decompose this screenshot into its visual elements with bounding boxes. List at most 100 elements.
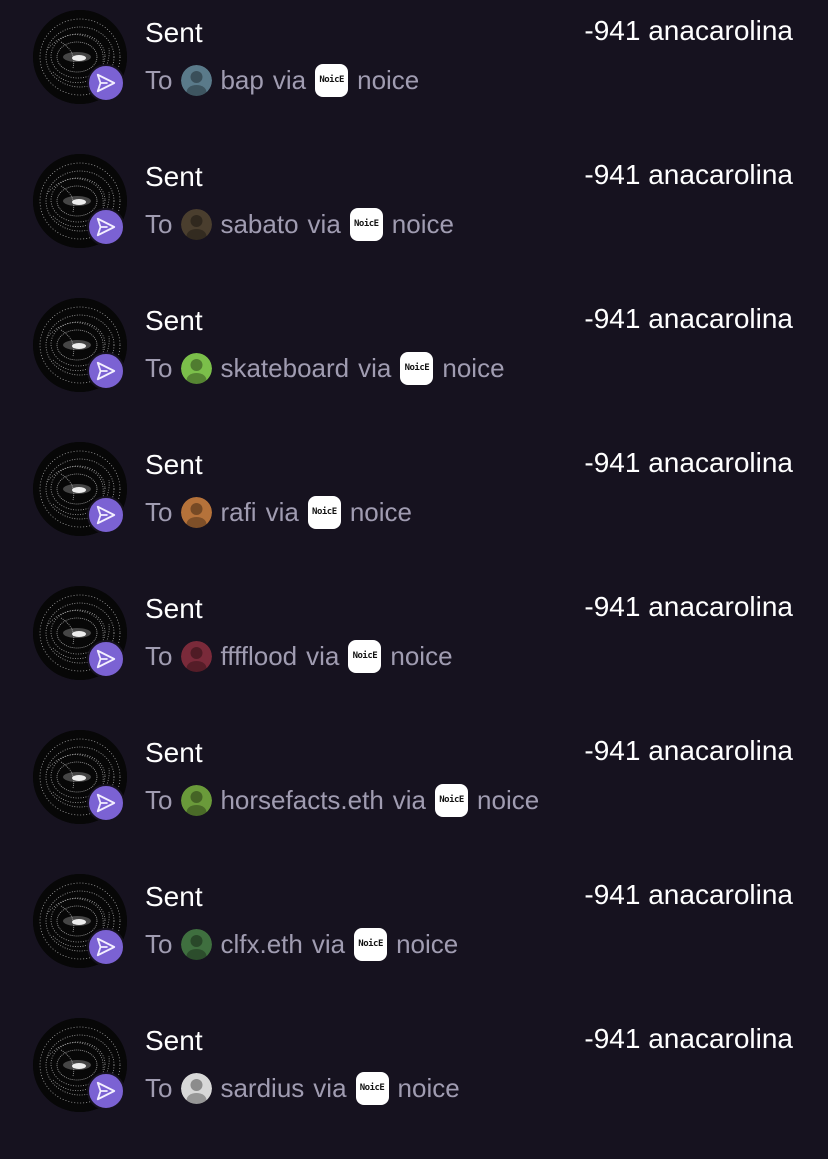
recipient-avatar[interactable] [181, 784, 213, 816]
app-icon-label: NoicE [359, 1083, 385, 1093]
transaction-row[interactable]: Sent -941 anacarolina To horsefacts.eth … [0, 720, 828, 864]
recipient-name[interactable]: bap [220, 65, 263, 96]
send-badge [87, 928, 125, 966]
transaction-row[interactable]: Sent -941 anacarolina To clfx.eth via No… [0, 864, 828, 1008]
transaction-amount: -941 anacarolina [584, 735, 793, 766]
transaction-row[interactable]: Sent -941 anacarolina To sardius via Noi… [0, 1008, 828, 1152]
via-label: via [307, 208, 341, 239]
paper-plane-icon [96, 937, 116, 957]
via-label: via [313, 1072, 347, 1103]
noice-app-icon: NoicE [315, 63, 349, 97]
sender-avatar [33, 442, 127, 536]
send-badge [87, 64, 125, 102]
recipient-avatar[interactable] [181, 496, 213, 528]
transaction-row[interactable]: Sent -941 anacarolina To skateboard via … [0, 288, 828, 432]
app-icon-label: NoicE [358, 939, 383, 949]
recipient-name[interactable]: rafi [220, 497, 256, 528]
noice-app-icon: NoicE [307, 495, 341, 529]
send-badge [87, 352, 125, 390]
app-name[interactable]: noice [357, 65, 419, 96]
sender-avatar [33, 730, 127, 824]
transaction-amount: -941 anacarolina [584, 303, 793, 334]
noice-app-icon: NoicE [435, 783, 469, 817]
app-name[interactable]: noice [477, 785, 539, 816]
transaction-title: Sent [145, 161, 203, 192]
via-label: via [265, 496, 299, 527]
recipient-avatar[interactable] [181, 928, 213, 960]
paper-plane-icon [96, 1081, 116, 1101]
app-name[interactable]: noice [350, 497, 412, 528]
transaction-row[interactable]: Sent -941 anacarolina To sabato via Noic… [0, 144, 828, 288]
noice-app-icon: NoicE [400, 351, 434, 385]
transaction-amount: -941 anacarolina [584, 159, 793, 190]
paper-plane-icon [96, 361, 116, 381]
sender-avatar [33, 10, 127, 104]
sender-avatar [33, 874, 127, 968]
recipient-name[interactable]: sardius [220, 1073, 304, 1104]
transaction-detail: To fffflood via NoicE noice [145, 638, 453, 674]
via-label: via [306, 640, 340, 671]
transaction-title: Sent [145, 17, 203, 48]
recipient-avatar[interactable] [181, 1072, 213, 1104]
app-icon-label: NoicE [404, 363, 430, 373]
transaction-row[interactable]: Sent -941 anacarolina To bap via NoicE n… [0, 0, 828, 144]
to-label: To [145, 208, 173, 239]
via-label: via [392, 784, 427, 815]
transaction-detail: To sardius via NoicE noice [145, 1070, 460, 1106]
noice-app-icon: NoicE [349, 207, 383, 241]
app-icon-label: NoicE [312, 507, 337, 517]
paper-plane-icon [96, 793, 116, 813]
noice-app-icon: NoicE [348, 639, 382, 673]
paper-plane-icon [96, 73, 116, 93]
paper-plane-icon [96, 505, 116, 525]
recipient-name[interactable]: sabato [220, 209, 298, 240]
paper-plane-icon [96, 217, 116, 237]
send-badge [87, 496, 125, 534]
sender-avatar [33, 1018, 127, 1112]
transaction-detail: To skateboard via NoicE noice [145, 350, 505, 386]
noice-app-icon: NoicE [355, 1071, 389, 1105]
sender-avatar [33, 154, 127, 248]
send-badge [87, 640, 125, 678]
send-badge [87, 1072, 125, 1110]
recipient-avatar[interactable] [181, 640, 213, 672]
app-name[interactable]: noice [396, 929, 458, 960]
app-icon-label: NoicE [319, 75, 344, 85]
to-label: To [145, 352, 173, 383]
recipient-name[interactable]: fffflood [220, 641, 297, 672]
transaction-title: Sent [145, 305, 203, 336]
app-icon-label: NoicE [354, 219, 379, 229]
send-badge [87, 208, 125, 246]
via-label: via [272, 64, 307, 95]
app-name[interactable]: noice [392, 209, 454, 240]
transaction-amount: -941 anacarolina [584, 15, 793, 46]
recipient-name[interactable]: horsefacts.eth [220, 785, 383, 816]
transaction-title: Sent [145, 1025, 203, 1056]
transaction-detail: To horsefacts.eth via NoicE noice [145, 782, 539, 818]
to-label: To [145, 1072, 173, 1103]
recipient-name[interactable]: clfx.eth [220, 929, 302, 960]
app-name[interactable]: noice [442, 353, 504, 384]
transaction-row[interactable]: Sent -941 anacarolina To rafi via NoicE … [0, 432, 828, 576]
transaction-amount: -941 anacarolina [584, 879, 793, 910]
sender-avatar [33, 298, 127, 392]
transaction-row[interactable]: Sent -941 anacarolina To fffflood via No… [0, 576, 828, 720]
to-label: To [145, 64, 173, 95]
noice-app-icon: NoicE [354, 927, 388, 961]
transaction-detail: To sabato via NoicE noice [145, 206, 454, 242]
app-icon-label: NoicE [352, 651, 378, 661]
transaction-detail: To bap via NoicE noice [145, 62, 419, 98]
to-label: To [145, 928, 173, 959]
transaction-title: Sent [145, 593, 203, 624]
sender-avatar [33, 586, 127, 680]
transaction-title: Sent [145, 737, 203, 768]
recipient-avatar[interactable] [181, 64, 213, 96]
recipient-avatar[interactable] [181, 208, 213, 240]
to-label: To [145, 496, 173, 527]
app-name[interactable]: noice [390, 641, 452, 672]
recipient-name[interactable]: skateboard [220, 353, 349, 384]
recipient-avatar[interactable] [181, 352, 213, 384]
app-name[interactable]: noice [398, 1073, 460, 1104]
transaction-title: Sent [145, 449, 203, 480]
transaction-detail: To rafi via NoicE noice [145, 494, 412, 530]
